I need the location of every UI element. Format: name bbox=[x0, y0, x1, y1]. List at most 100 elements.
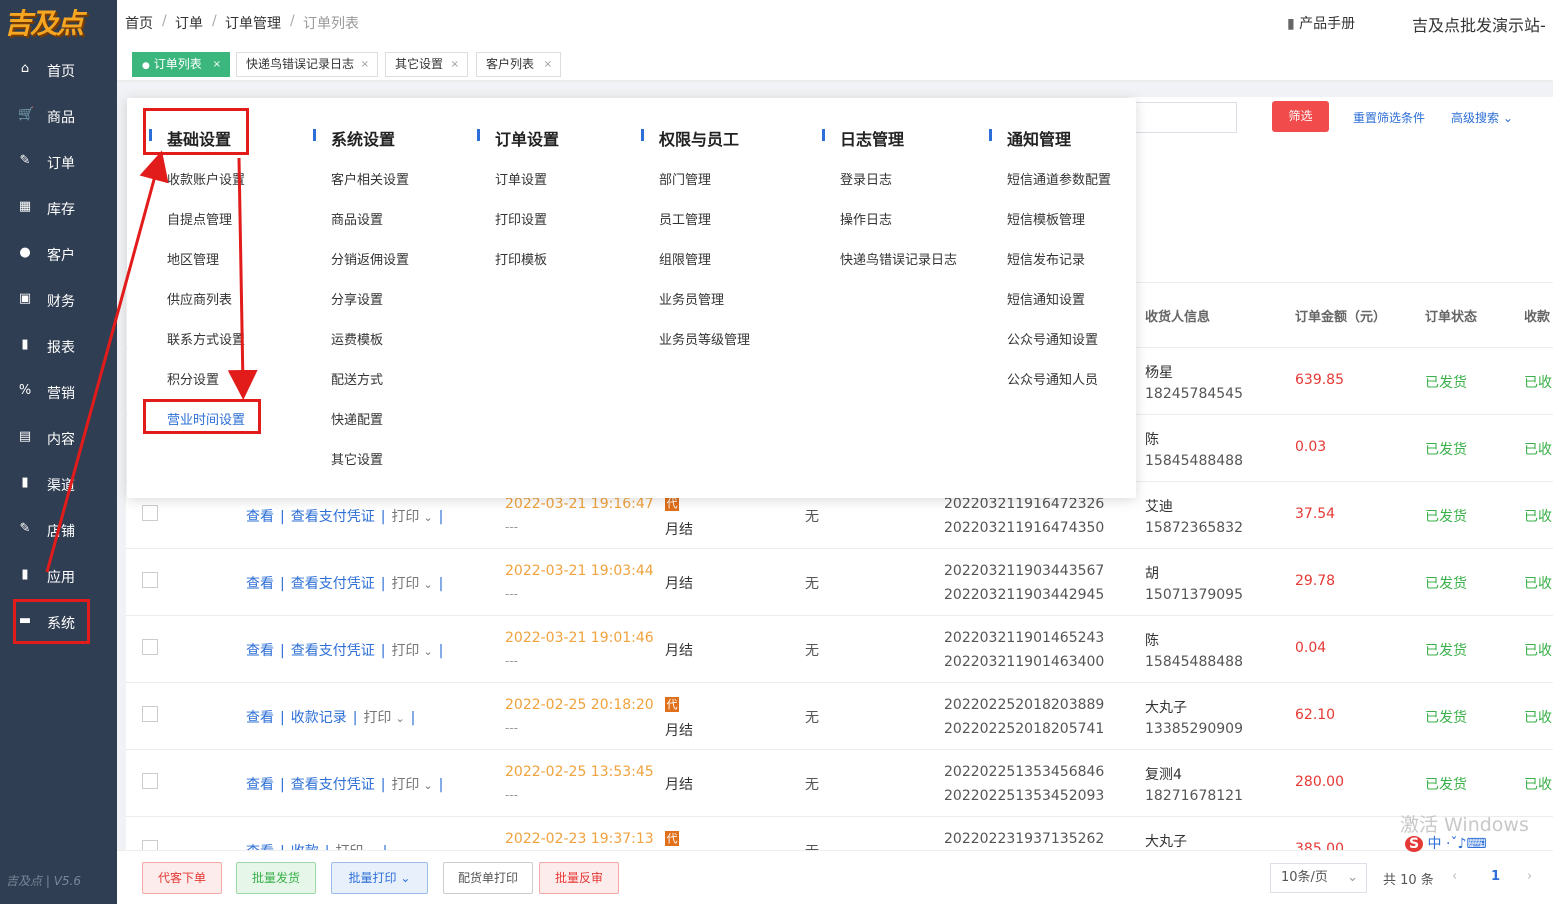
filter-input[interactable] bbox=[1127, 102, 1237, 133]
tab-kdn-error-log[interactable]: 快递鸟错误记录日志 × bbox=[236, 52, 378, 77]
view-link[interactable]: 查看 bbox=[246, 509, 274, 525]
receiver-name: 大丸子 bbox=[1145, 834, 1187, 850]
voucher-link[interactable]: 查看支付凭证 bbox=[291, 643, 375, 659]
tab-order-list[interactable]: ● 订单列表 × bbox=[132, 52, 230, 77]
sidebar-item-3[interactable]: ▦ 库存 bbox=[0, 186, 117, 232]
menu-item[interactable]: 快递鸟错误记录日志 bbox=[840, 249, 957, 268]
page-size-select[interactable]: 10条/页 ⌄ bbox=[1270, 863, 1367, 893]
menu-item[interactable]: 短信模板管理 bbox=[1007, 209, 1085, 228]
menu-item[interactable]: 快递配置 bbox=[331, 409, 383, 428]
print-dropdown[interactable]: 打印 bbox=[363, 710, 391, 726]
sidebar-item-9[interactable]: ▮ 渠道 bbox=[0, 462, 117, 508]
proxy-badge: 代 bbox=[665, 496, 679, 511]
payment-status: 已收 bbox=[1524, 442, 1552, 458]
close-icon[interactable]: × bbox=[544, 53, 552, 76]
print-dropdown[interactable]: 打印 bbox=[391, 576, 419, 592]
print-dropdown[interactable]: 打印 bbox=[391, 509, 419, 525]
menu-item[interactable]: 配送方式 bbox=[331, 369, 383, 388]
batch-ship-button[interactable]: 批量发货 bbox=[236, 862, 316, 894]
payment-status: 已收 bbox=[1524, 509, 1552, 525]
menu-item[interactable]: 客户相关设置 bbox=[331, 169, 409, 188]
menu-item[interactable]: 积分设置 bbox=[167, 369, 219, 388]
voucher-link[interactable]: 查看支付凭证 bbox=[291, 777, 375, 793]
menu-item[interactable]: 登录日志 bbox=[840, 169, 892, 188]
chevron-left-icon[interactable]: ‹ bbox=[1452, 869, 1457, 884]
menu-item[interactable]: 操作日志 bbox=[840, 209, 892, 228]
row-checkbox[interactable] bbox=[142, 639, 158, 655]
row-checkbox[interactable] bbox=[142, 706, 158, 722]
receiver-phone: 15872365832 bbox=[1145, 520, 1243, 536]
view-link[interactable]: 查看 bbox=[246, 710, 274, 726]
sidebar-item-0[interactable]: ⌂ 首页 bbox=[0, 48, 117, 94]
voucher-link[interactable]: 查看支付凭证 bbox=[291, 576, 375, 592]
sidebar-item-11[interactable]: ▮ 应用 bbox=[0, 554, 117, 600]
menu-item[interactable]: 组限管理 bbox=[659, 249, 711, 268]
picking-list-print-button[interactable]: 配货单打印 bbox=[443, 862, 533, 894]
menu-item[interactable]: 短信发布记录 bbox=[1007, 249, 1085, 268]
close-icon[interactable]: × bbox=[213, 53, 221, 76]
breadcrumb-order-manage[interactable]: 订单管理 bbox=[225, 13, 281, 33]
close-icon[interactable]: × bbox=[451, 53, 459, 76]
breadcrumb-home[interactable]: 首页 bbox=[125, 13, 153, 33]
sidebar-item-7[interactable]: % 营销 bbox=[0, 370, 117, 416]
tab-customer-list[interactable]: 客户列表 × bbox=[476, 52, 561, 77]
menu-column-title: 通知管理 bbox=[1007, 130, 1072, 149]
menu-item[interactable]: 订单设置 bbox=[495, 169, 547, 188]
menu-item[interactable]: 打印设置 bbox=[495, 209, 547, 228]
row-checkbox[interactable] bbox=[142, 773, 158, 789]
batch-print-button[interactable]: 批量打印 ⌄ bbox=[331, 862, 428, 894]
menu-item[interactable]: 业务员等级管理 bbox=[659, 329, 750, 348]
order-date-secondary: --- bbox=[505, 788, 518, 802]
print-dropdown[interactable]: 打印 bbox=[391, 643, 419, 659]
voucher-link[interactable]: 查看支付凭证 bbox=[291, 509, 375, 525]
product-manual-link[interactable]: ▮ 产品手册 bbox=[1287, 13, 1355, 33]
menu-item[interactable]: 分销返佣设置 bbox=[331, 249, 409, 268]
pager-current-page[interactable]: 1 bbox=[1491, 869, 1500, 884]
tab-other-settings[interactable]: 其它设置 × bbox=[385, 52, 468, 77]
menu-item[interactable]: 商品设置 bbox=[331, 209, 383, 228]
site-name[interactable]: 吉及点批发演示站- bbox=[1412, 12, 1546, 36]
sidebar-item-5[interactable]: ▣ 财务 bbox=[0, 278, 117, 324]
sidebar-item-1[interactable]: 🛒 商品 bbox=[0, 94, 117, 140]
menu-item[interactable]: 短信通道参数配置 bbox=[1007, 169, 1111, 188]
order-number-secondary: 202202251353452093 bbox=[944, 788, 1105, 804]
menu-item[interactable]: 地区管理 bbox=[167, 249, 219, 268]
chevron-right-icon[interactable]: › bbox=[1527, 869, 1532, 884]
view-link[interactable]: 查看 bbox=[246, 777, 274, 793]
breadcrumb-order[interactable]: 订单 bbox=[175, 13, 203, 33]
reset-filter-link[interactable]: 重置筛选条件 bbox=[1353, 109, 1425, 126]
menu-item[interactable]: 业务员管理 bbox=[659, 289, 724, 308]
sidebar-item-2[interactable]: ✎ 订单 bbox=[0, 140, 117, 186]
header-status: 订单状态 bbox=[1425, 310, 1478, 325]
row-checkbox[interactable] bbox=[142, 505, 158, 521]
menu-item[interactable]: 运费模板 bbox=[331, 329, 383, 348]
sidebar-item-label: 商品 bbox=[47, 110, 75, 126]
proxy-order-button[interactable]: 代客下单 bbox=[142, 862, 222, 894]
menu-item[interactable]: 其它设置 bbox=[331, 449, 383, 468]
menu-item[interactable]: 供应商列表 bbox=[167, 289, 232, 308]
menu-item[interactable]: 公众号通知人员 bbox=[1007, 369, 1098, 388]
menu-item[interactable]: 打印模板 bbox=[495, 249, 547, 268]
voucher-link[interactable]: 收款记录 bbox=[291, 710, 347, 726]
sidebar-item-10[interactable]: ✎ 店铺 bbox=[0, 508, 117, 554]
view-link[interactable]: 查看 bbox=[246, 643, 274, 659]
menu-item[interactable]: 部门管理 bbox=[659, 169, 711, 188]
filter-button[interactable]: 筛选 bbox=[1272, 101, 1329, 132]
sidebar-item-8[interactable]: ▤ 内容 bbox=[0, 416, 117, 462]
view-link[interactable]: 查看 bbox=[246, 576, 274, 592]
batch-reverse-button[interactable]: 批量反审 bbox=[539, 862, 619, 894]
advanced-search-link[interactable]: 高级搜索 ⌄ bbox=[1451, 109, 1513, 126]
menu-item[interactable]: 分享设置 bbox=[331, 289, 383, 308]
menu-item[interactable]: 短信通知设置 bbox=[1007, 289, 1085, 308]
menu-item[interactable]: 自提点管理 bbox=[167, 209, 232, 228]
menu-item[interactable]: 收款账户设置 bbox=[167, 169, 245, 188]
sidebar-item-6[interactable]: ▮ 报表 bbox=[0, 324, 117, 370]
close-icon[interactable]: × bbox=[361, 53, 369, 76]
menu-item[interactable]: 公众号通知设置 bbox=[1007, 329, 1098, 348]
print-dropdown[interactable]: 打印 bbox=[391, 777, 419, 793]
row-checkbox[interactable] bbox=[142, 572, 158, 588]
menu-item[interactable]: 联系方式设置 bbox=[167, 329, 245, 348]
sidebar-item-4[interactable]: ● 客户 bbox=[0, 232, 117, 278]
ime-toolbar[interactable]: S 中 ·ˇ♪⌨ bbox=[1405, 833, 1553, 855]
menu-item[interactable]: 员工管理 bbox=[659, 209, 711, 228]
